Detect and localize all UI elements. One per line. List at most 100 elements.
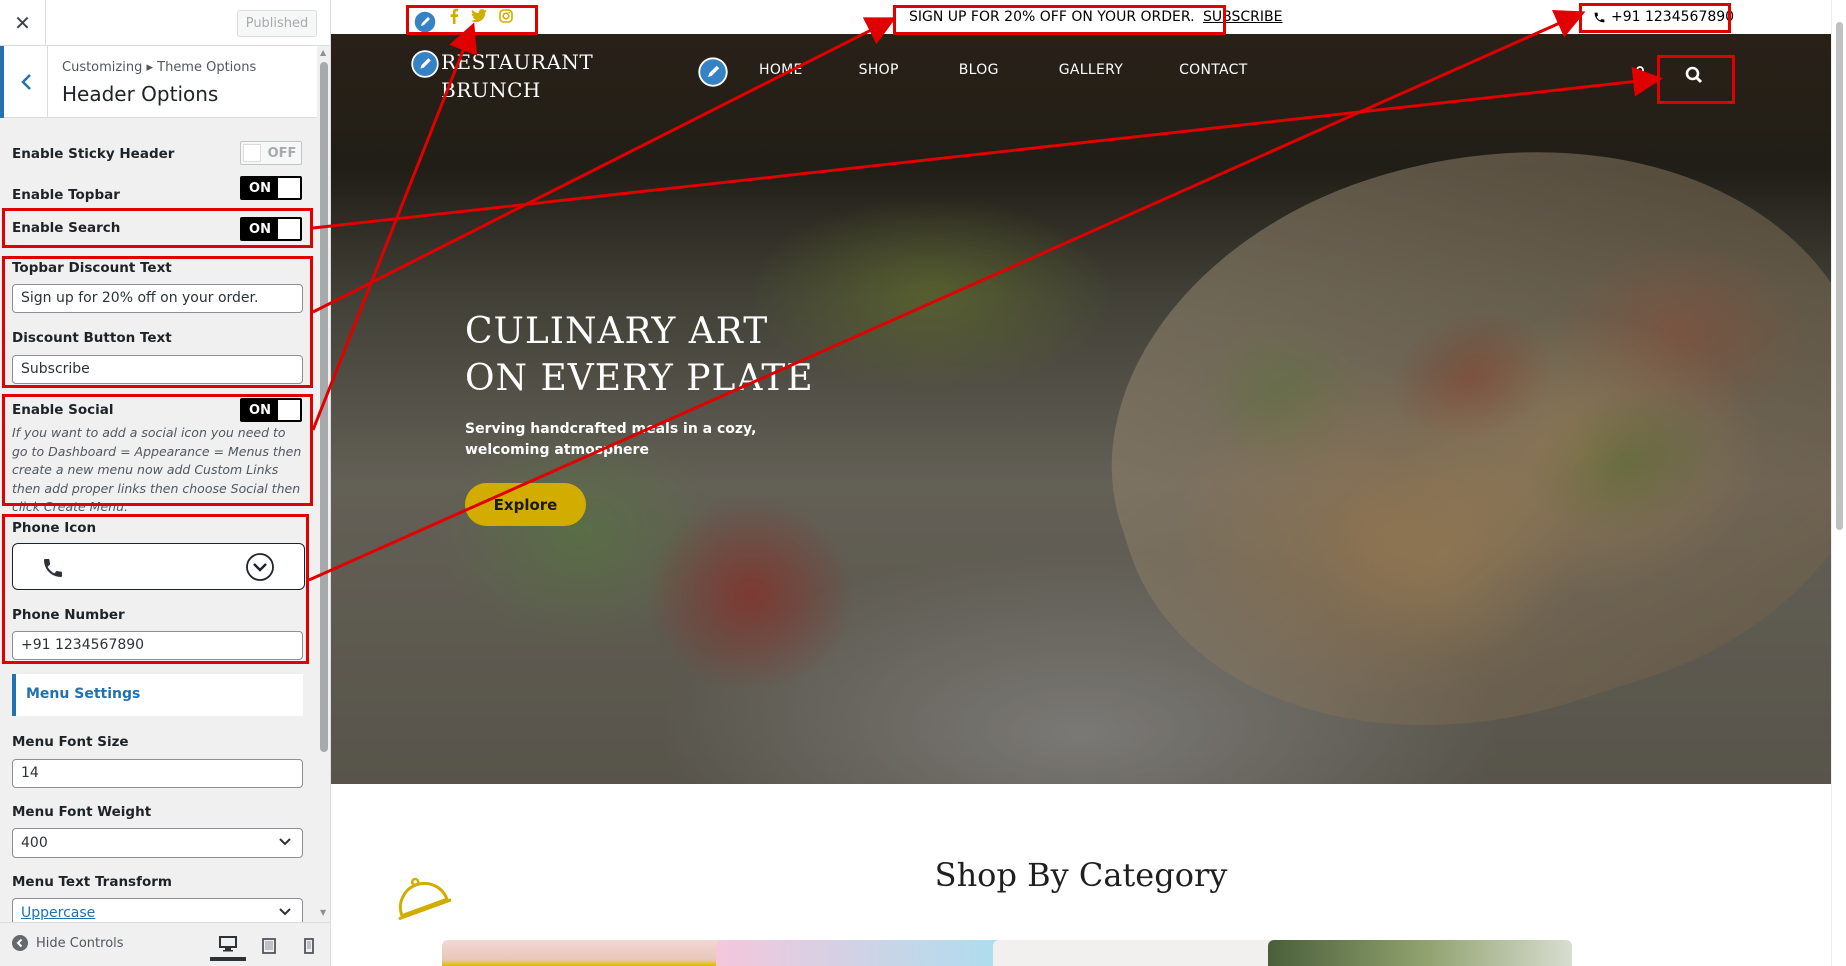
preview-scroll-thumb[interactable] bbox=[1836, 22, 1843, 530]
scroll-up-arrow-icon[interactable]: ▲ bbox=[320, 48, 326, 57]
phone-number-label: Phone Number bbox=[12, 607, 125, 623]
edit-shortcut-icon[interactable] bbox=[413, 10, 437, 34]
phone-icon bbox=[44, 559, 62, 577]
nav-contact[interactable]: CONTACT bbox=[1179, 62, 1248, 78]
nav-home[interactable]: HOME bbox=[759, 62, 803, 78]
toggle-state: ON bbox=[242, 178, 278, 198]
topbar-phone-number: +91 1234567890 bbox=[1611, 9, 1735, 25]
social-label: Enable Social bbox=[12, 402, 114, 418]
topbar-label: Enable Topbar bbox=[12, 187, 120, 203]
toggle-knob bbox=[278, 219, 300, 239]
select-value: 400 bbox=[21, 835, 48, 851]
toggle-knob bbox=[278, 400, 300, 420]
menu-text-transform-select[interactable]: Uppercase bbox=[12, 898, 303, 922]
category-card[interactable] bbox=[993, 940, 1297, 966]
site-preview: SIGN UP FOR 20% OFF ON YOUR ORDER. SUBSC… bbox=[331, 0, 1846, 966]
chevron-down-icon bbox=[279, 838, 291, 846]
hero-subtitle: Serving handcrafted meals in a cozy, wel… bbox=[465, 421, 757, 458]
toggle-state: ON bbox=[242, 219, 278, 239]
scroll-down-arrow-icon[interactable]: ▼ bbox=[320, 908, 326, 917]
mobile-preview-button[interactable] bbox=[291, 931, 327, 961]
section-title: Header Options bbox=[62, 82, 219, 106]
discount-text-label: Topbar Discount Text bbox=[12, 260, 172, 276]
hero-title: CULINARY ART ON EVERY PLATE bbox=[465, 308, 814, 402]
site-logo[interactable]: RESTAURANT BRUNCH bbox=[411, 48, 593, 104]
discount-button-input[interactable]: Subscribe bbox=[12, 355, 303, 384]
phone-icon-label: Phone Icon bbox=[12, 520, 97, 536]
edit-shortcut-icon[interactable] bbox=[411, 50, 439, 78]
hero-section bbox=[331, 34, 1831, 784]
search-toggle[interactable]: ON bbox=[240, 217, 302, 241]
logo-text: RESTAURANT BRUNCH bbox=[441, 48, 593, 104]
topbar-discount-text: SIGN UP FOR 20% OFF ON YOUR ORDER. bbox=[909, 9, 1195, 25]
toggle-state: ON bbox=[242, 400, 278, 420]
explore-button[interactable]: Explore bbox=[465, 483, 586, 526]
preview-scrollbar[interactable] bbox=[1831, 0, 1846, 966]
category-card[interactable] bbox=[716, 940, 1020, 966]
topbar-discount: SIGN UP FOR 20% OFF ON YOUR ORDER. SUBSC… bbox=[909, 9, 1282, 25]
close-icon: ✕ bbox=[14, 11, 31, 35]
twitter-icon[interactable] bbox=[471, 9, 487, 23]
logo-line-2: BRUNCH bbox=[441, 78, 541, 102]
phone-icon-picker[interactable] bbox=[12, 543, 305, 590]
topbar-toggle[interactable]: ON bbox=[240, 176, 302, 200]
hide-controls-button[interactable]: Hide Controls bbox=[12, 935, 124, 951]
desktop-icon bbox=[219, 936, 237, 952]
discount-button-label: Discount Button Text bbox=[12, 330, 172, 346]
chevron-down-circle-icon[interactable] bbox=[245, 552, 275, 582]
menu-font-weight-label: Menu Font Weight bbox=[12, 804, 152, 820]
category-card[interactable] bbox=[442, 940, 746, 966]
menu-font-size-label: Menu Font Size bbox=[12, 734, 129, 750]
sidebar-scrollbar[interactable]: ▲ ▼ bbox=[317, 46, 330, 922]
subscribe-link[interactable]: SUBSCRIBE bbox=[1203, 9, 1282, 25]
social-description: If you want to add a social icon you nee… bbox=[12, 425, 302, 514]
nav-blog[interactable]: BLOG bbox=[959, 62, 999, 78]
desktop-preview-button[interactable] bbox=[210, 931, 246, 961]
hero-title-line-2: ON EVERY PLATE bbox=[465, 358, 814, 399]
toggle-knob bbox=[278, 178, 300, 198]
breadcrumb: Customizing ▸ Theme Options bbox=[62, 60, 257, 75]
chevron-left-icon bbox=[20, 74, 31, 90]
back-button[interactable] bbox=[0, 46, 48, 118]
facebook-icon[interactable] bbox=[449, 8, 459, 24]
instagram-icon[interactable] bbox=[499, 9, 513, 23]
toggle-state: OFF bbox=[267, 145, 297, 161]
topbar: SIGN UP FOR 20% OFF ON YOUR ORDER. SUBSC… bbox=[331, 0, 1831, 34]
chevron-down-icon bbox=[279, 908, 291, 916]
nav-shop[interactable]: SHOP bbox=[859, 62, 899, 78]
topbar-phone[interactable]: +91 1234567890 bbox=[1593, 9, 1734, 25]
toggle-knob bbox=[243, 144, 261, 162]
discount-text-input[interactable]: Sign up for 20% off on your order. bbox=[12, 284, 303, 313]
sticky-header-label: Enable Sticky Header bbox=[12, 146, 175, 162]
shop-by-category-title: Shop By Category bbox=[934, 856, 1228, 894]
logo-line-1: RESTAURANT bbox=[441, 50, 594, 74]
phone-number-input[interactable]: +91 1234567890 bbox=[12, 631, 303, 660]
published-button[interactable]: Published bbox=[237, 10, 317, 37]
menu-settings-heading[interactable]: Menu Settings bbox=[12, 674, 303, 716]
main-nav: HOME SHOP BLOG GALLERY CONTACT bbox=[759, 62, 1304, 78]
customizer-footer: Hide Controls bbox=[0, 922, 330, 966]
sticky-header-toggle[interactable]: OFF bbox=[240, 141, 302, 165]
social-toggle[interactable]: ON bbox=[240, 398, 302, 422]
nav-gallery[interactable]: GALLERY bbox=[1059, 62, 1123, 78]
customizer-header: ✕ Published bbox=[0, 0, 330, 46]
hide-controls-label: Hide Controls bbox=[36, 935, 124, 951]
phone-icon bbox=[1594, 12, 1605, 22]
hero-overlay bbox=[331, 34, 1831, 784]
section-header: Customizing ▸ Theme Options Header Optio… bbox=[0, 46, 317, 118]
category-card[interactable] bbox=[1268, 940, 1572, 966]
cart-icon[interactable] bbox=[1633, 66, 1647, 82]
scroll-thumb[interactable] bbox=[320, 62, 328, 752]
hero-title-line-1: CULINARY ART bbox=[465, 311, 769, 352]
tablet-preview-button[interactable] bbox=[251, 931, 287, 961]
select-value: Uppercase bbox=[21, 905, 96, 921]
menu-font-weight-select[interactable]: 400 bbox=[12, 828, 303, 858]
search-icon[interactable] bbox=[1685, 66, 1703, 84]
close-customizer-button[interactable]: ✕ bbox=[0, 0, 46, 46]
collapse-arrow-icon bbox=[12, 935, 28, 951]
search-label: Enable Search bbox=[12, 220, 121, 236]
customizer-sidebar: ✕ Published Customizing ▸ Theme Options … bbox=[0, 0, 331, 966]
menu-font-size-input[interactable]: 14 bbox=[12, 759, 303, 788]
edit-shortcut-icon[interactable] bbox=[698, 57, 728, 87]
mobile-icon bbox=[304, 938, 314, 954]
